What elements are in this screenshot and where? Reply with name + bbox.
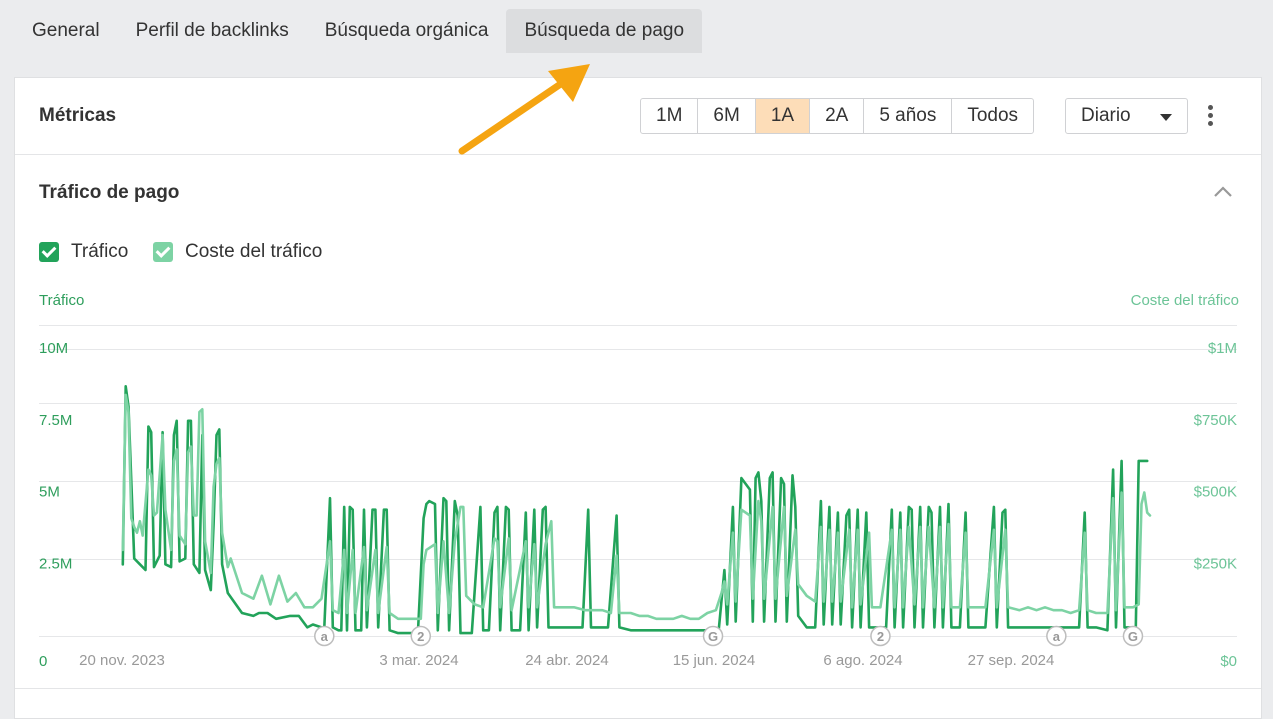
left-tick-label: 2.5M [39,555,72,572]
right-tick-label: $750K [1194,412,1237,429]
tab-general[interactable]: General [14,9,118,53]
x-tick-label: 6 ago. 2024 [823,652,902,669]
x-tick-label: 27 sep. 2024 [968,652,1055,669]
right-tick-label: $1M [1208,340,1237,357]
annotation-marker-label: G [1128,629,1138,644]
right-tick-label: $500K [1194,484,1237,501]
left-tick-label: 5M [39,484,60,501]
tab-paid-search[interactable]: Búsqueda de pago [506,9,703,53]
right-tick-label: $250K [1194,555,1237,572]
x-tick-label: 24 abr. 2024 [525,652,608,669]
panel-bottom-divider [15,688,1261,689]
paid-traffic-chart: 0 2.5M 5M 7.5M 10M $0 $250K $500K $750K $1M 20 nov… [39,325,1237,670]
tab-organic-search[interactable]: Búsqueda orgánica [307,9,507,53]
x-tick-label: 15 jun. 2024 [673,652,756,669]
traffic-cost-series-line [121,393,1152,621]
x-tick-label: 3 mar. 2024 [379,652,458,669]
annotation-marker-label: a [1053,629,1061,644]
left-tick-label: 0 [39,653,47,670]
report-tabs: General Perfil de backlinks Búsqueda org… [14,9,703,53]
right-tick-label: $0 [1220,653,1237,670]
traffic-series-line [121,384,1149,635]
left-tick-label: 10M [39,340,68,357]
annotation-marker-label: 2 [417,629,424,644]
annotation-marker-label: a [321,629,329,644]
left-tick-label: 7.5M [39,412,72,429]
x-tick-label: 20 nov. 2023 [79,652,165,669]
metrics-panel: Métricas 1M 6M 1A 2A 5 años Todos Diario… [14,77,1262,719]
tab-backlink-profile[interactable]: Perfil de backlinks [118,9,307,53]
annotation-marker-label: 2 [877,629,884,644]
annotation-marker-label: G [708,629,718,644]
